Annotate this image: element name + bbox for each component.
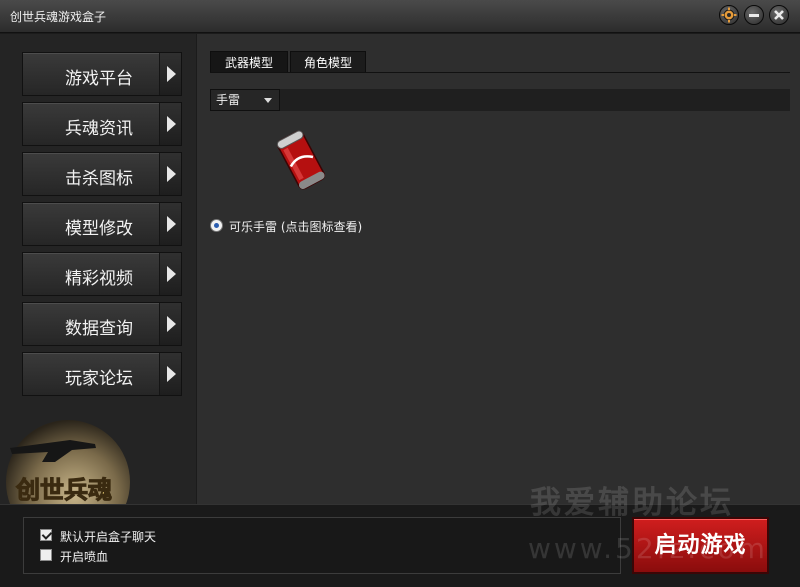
sidebar-item-data-query[interactable]: 数据查询 xyxy=(22,302,182,346)
category-select-value: 手雷 xyxy=(216,93,241,107)
close-icon xyxy=(774,10,784,20)
settings-icon xyxy=(721,7,737,23)
minimize-button[interactable] xyxy=(744,5,764,25)
sidebar-item-game-platform[interactable]: 游戏平台 xyxy=(22,52,182,96)
sidebar-item-label: 击杀图标 xyxy=(65,169,133,189)
checkbox-unchecked[interactable] xyxy=(40,549,52,561)
chevron-right-icon xyxy=(159,153,181,195)
sidebar-item-kill-icons[interactable]: 击杀图标 xyxy=(22,152,182,196)
sidebar-item-label: 玩家论坛 xyxy=(65,369,133,389)
close-button[interactable] xyxy=(769,5,789,25)
checkbox-checked[interactable] xyxy=(40,529,52,541)
model-option-label: 可乐手雷 (点击图标查看) xyxy=(229,220,363,234)
chevron-right-icon xyxy=(159,353,181,395)
content-panel: 武器模型 角色模型 手雷 可乐手雷 (点击图标查看) xyxy=(197,34,800,504)
sidebar-item-label: 模型修改 xyxy=(65,219,133,239)
window-title: 创世兵魂游戏盒子 xyxy=(10,10,107,24)
sidebar-item-label: 精彩视频 xyxy=(65,269,133,289)
sidebar-item-news[interactable]: 兵魂资讯 xyxy=(22,102,182,146)
option-label: 开启喷血 xyxy=(60,550,109,564)
filter-bar: 手雷 xyxy=(210,89,790,111)
category-select[interactable]: 手雷 xyxy=(210,89,280,111)
divider xyxy=(210,72,790,73)
sidebar-item-label: 兵魂资讯 xyxy=(65,119,133,139)
chevron-right-icon xyxy=(159,53,181,95)
chevron-right-icon xyxy=(159,103,181,145)
watermark-url: www.52fz.com xyxy=(528,532,768,565)
watermark-title: 我爱辅助论坛 xyxy=(530,485,734,521)
tab-character-models[interactable]: 角色模型 xyxy=(290,51,366,73)
settings-button[interactable] xyxy=(719,5,739,25)
sidebar-item-model-mod[interactable]: 模型修改 xyxy=(22,202,182,246)
sidebar-item-label: 游戏平台 xyxy=(65,69,133,89)
sidebar-item-videos[interactable]: 精彩视频 xyxy=(22,252,182,296)
radio-selected[interactable] xyxy=(210,219,223,232)
option-label: 默认开启盒子聊天 xyxy=(60,530,157,544)
title-bar: 创世兵魂游戏盒子 xyxy=(0,0,800,33)
sidebar-item-forum[interactable]: 玩家论坛 xyxy=(22,352,182,396)
logo-text: 创世兵魂 xyxy=(15,476,112,504)
chevron-right-icon xyxy=(159,253,181,295)
chevron-down-icon xyxy=(264,98,272,103)
chevron-right-icon xyxy=(159,203,181,245)
cola-grenade-icon[interactable] xyxy=(271,127,331,192)
minimize-icon xyxy=(749,14,759,17)
game-logo: 创世兵魂 xyxy=(6,420,130,504)
chevron-right-icon xyxy=(159,303,181,345)
sidebar-item-label: 数据查询 xyxy=(65,319,133,339)
tab-weapon-models[interactable]: 武器模型 xyxy=(210,51,288,73)
